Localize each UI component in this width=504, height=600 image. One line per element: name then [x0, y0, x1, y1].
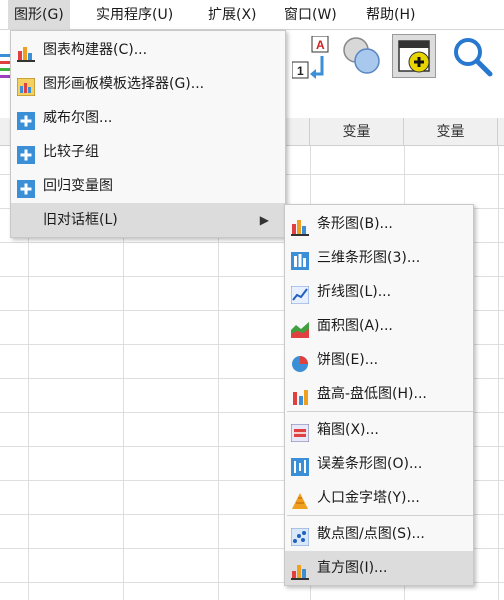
column-header[interactable]: 变量: [404, 118, 498, 146]
menu-item-label: 比较子组: [43, 144, 99, 160]
menu-item-label: 威布尔图...: [43, 110, 113, 126]
menu-item-label: 三维条形图(3)...: [317, 250, 421, 266]
error-bar-icon: [291, 455, 309, 476]
histogram-icon: [291, 559, 309, 580]
menu-separator: [287, 515, 473, 516]
svg-text:A: A: [316, 38, 325, 52]
menu-item-high-low-chart[interactable]: 盘高-盘低图(H)...: [285, 377, 473, 411]
menu-utilities[interactable]: 实用程序(U): [90, 0, 179, 30]
menu-item-label: 图表构建器(C)...: [43, 42, 148, 58]
menu-item-error-bar[interactable]: 误差条形图(O)...: [285, 447, 473, 481]
menu-window[interactable]: 窗口(W): [278, 0, 343, 30]
menu-item-label: 人口金字塔(Y)...: [317, 490, 420, 506]
menubar: 图形(G) 实用程序(U) 扩展(X) 窗口(W) 帮助(H): [0, 0, 504, 30]
menu-item-area-chart[interactable]: 面积图(A)...: [285, 309, 473, 343]
pie-chart-icon: [291, 351, 309, 372]
plus-icon: [17, 143, 35, 164]
menu-item-3d-bar-chart[interactable]: 三维条形图(3)...: [285, 241, 473, 275]
menu-item-chart-builder[interactable]: 图表构建器(C)...: [11, 33, 285, 67]
menu-item-label: 直方图(I)...: [317, 560, 388, 576]
bar-chart-icon: [291, 215, 309, 236]
menu-item-boxplot[interactable]: 箱图(X)...: [285, 413, 473, 447]
svg-text:1: 1: [297, 64, 304, 78]
menu-item-pie-chart[interactable]: 饼图(E)...: [285, 343, 473, 377]
menu-item-label: 条形图(B)...: [317, 216, 393, 232]
chevron-right-icon: ▶: [259, 213, 269, 227]
menu-item-label: 箱图(X)...: [317, 422, 379, 438]
high-low-chart-icon: [291, 385, 309, 405]
graphboard-icon: [16, 75, 36, 97]
scatter-icon: [290, 525, 310, 547]
menu-item-graphboard-chooser[interactable]: 图形画板模板选择器(G)...: [11, 67, 285, 101]
split-file-icon[interactable]: [340, 34, 384, 78]
menu-item-histogram[interactable]: 直方图(I)...: [285, 551, 473, 585]
menu-extensions[interactable]: 扩展(X): [202, 0, 263, 30]
menu-item-weibull[interactable]: 威布尔图...: [11, 101, 285, 135]
menu-item-label: 图形画板模板选择器(G)...: [43, 76, 205, 92]
menu-item-population-pyramid[interactable]: 人口金字塔(Y)...: [285, 481, 473, 515]
insert-variable-icon[interactable]: [392, 34, 436, 78]
menu-item-label: 盘高-盘低图(H)...: [317, 386, 427, 402]
menu-item-legacy-dialogs[interactable]: 旧对话框(L) ▶: [11, 203, 285, 237]
column-header[interactable]: 变量: [310, 118, 404, 146]
menu-item-line-chart[interactable]: 折线图(L)...: [285, 275, 473, 309]
menu-item-label: 折线图(L)...: [317, 284, 392, 300]
boxplot-icon: [290, 421, 310, 443]
legacy-dialogs-submenu: 条形图(B)... 三维条形图(3)... 折线图(L)... 面积图(A)..…: [284, 204, 474, 586]
menu-item-regression-variable-plots[interactable]: 回归变量图: [11, 169, 285, 203]
grid-line: [498, 146, 499, 600]
column-header[interactable]: [498, 118, 504, 146]
menu-item-label: 误差条形图(O)...: [317, 456, 423, 472]
graphs-menu: 图表构建器(C)... 图形画板模板选择器(G)... 威布尔图... 比较子组…: [10, 30, 286, 238]
menu-help[interactable]: 帮助(H): [360, 0, 421, 30]
menu-item-label: 回归变量图: [43, 178, 113, 194]
plus-icon: [17, 177, 35, 198]
chart-builder-icon: [17, 41, 35, 62]
menu-graphs[interactable]: 图形(G): [8, 0, 70, 30]
menu-item-label: 旧对话框(L): [43, 212, 118, 228]
menu-item-label: 面积图(A)...: [317, 318, 393, 334]
3d-bar-chart-icon: [291, 249, 309, 270]
line-chart-icon: [290, 283, 310, 305]
search-icon[interactable]: [450, 34, 494, 78]
menu-item-label: 散点图/点图(S)...: [317, 526, 425, 542]
menu-separator: [287, 411, 473, 412]
area-chart-icon: [291, 317, 309, 338]
sort-cases-icon[interactable]: A 1: [291, 35, 334, 80]
menu-item-bar-chart[interactable]: 条形图(B)...: [285, 207, 473, 241]
plus-icon: [17, 109, 35, 130]
menu-item-label: 饼图(E)...: [317, 352, 379, 368]
menu-item-compare-subgroups[interactable]: 比较子组: [11, 135, 285, 169]
menu-item-scatter-dot[interactable]: 散点图/点图(S)...: [285, 517, 473, 551]
pyramid-icon: [291, 489, 309, 509]
